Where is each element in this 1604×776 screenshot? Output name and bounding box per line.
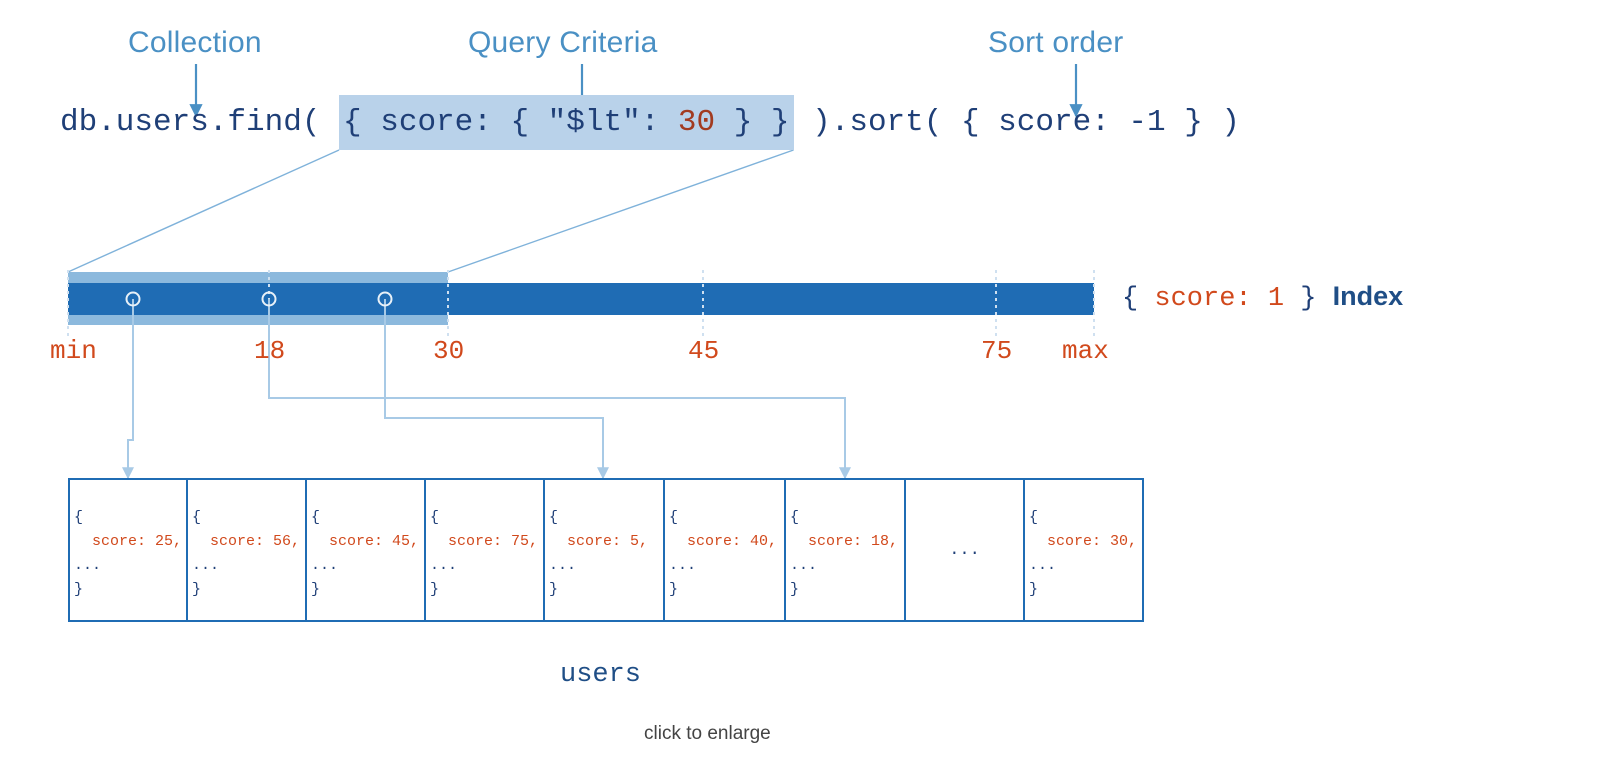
query-criteria-close: } } (715, 105, 790, 140)
document-score-field: score: 45, (329, 533, 420, 550)
document-ellipsis: ... (949, 540, 980, 560)
document-score-field: score: 56, (210, 533, 301, 550)
document-cell[interactable]: { score: 45, ... } (307, 480, 426, 620)
query-code-line: db.users.find( { score: { "$lt": 30 } } … (60, 95, 1241, 150)
document-rest: ... } (430, 557, 458, 598)
highlight-connector-left (67, 149, 340, 273)
document-cell[interactable]: { score: 18, ... } (786, 480, 906, 620)
query-sort-value: -1 (1128, 105, 1166, 140)
document-body: { score: 40, ... } (669, 506, 782, 602)
document-cell[interactable]: { score: 25, ... } (70, 480, 188, 620)
document-rest: ... } (1029, 557, 1057, 598)
highlight-connector-right (447, 149, 794, 273)
document-body: { score: 56, ... } (192, 506, 303, 602)
diagram-canvas: Collection Query Criteria Sort order db.us… (0, 0, 1604, 776)
document-body: { score: 45, ... } (311, 506, 422, 602)
index-legend: { score: 1 } Index (1122, 281, 1403, 314)
document-body: { score: 25, ... } (74, 506, 184, 602)
index-tick-label-75: 75 (981, 336, 1013, 366)
document-rest: ... } (790, 557, 818, 598)
index-tick-label-30: 30 (433, 336, 465, 366)
document-score-field: score: 30, (1047, 533, 1138, 550)
query-criteria-open: { score: { "$lt": (343, 105, 678, 140)
query-criteria-value: 30 (677, 105, 716, 140)
highlight-to-index-connectors (67, 149, 794, 273)
document-open-brace: { (790, 509, 800, 526)
query-prefix: db.users.find( (60, 105, 340, 140)
document-score-field: score: 40, (687, 533, 778, 550)
document-body: { score: 18, ... } (790, 506, 902, 602)
document-rest: ... } (669, 557, 697, 598)
index-legend-key: score: 1 (1154, 284, 1285, 314)
document-rest: ... } (192, 557, 220, 598)
document-rest: ... } (311, 557, 339, 598)
index-to-doc-connector-0 (122, 335, 134, 480)
document-open-brace: { (192, 509, 202, 526)
index-bar-graphic (67, 270, 1095, 337)
document-open-brace: { (1029, 509, 1039, 526)
document-rest: ... } (549, 557, 577, 598)
document-cell[interactable]: { score: 56, ... } (188, 480, 307, 620)
collection-name-label: users (560, 660, 642, 690)
document-open-brace: { (669, 509, 679, 526)
index-tick-label-max: max (1062, 336, 1109, 366)
index-to-doc-connector-2 (384, 335, 609, 480)
index-tick-label-45: 45 (688, 336, 720, 366)
document-rest: ... } (74, 557, 102, 598)
index-bar (68, 283, 1094, 315)
index-legend-close: } (1284, 284, 1333, 314)
query-criteria-highlight[interactable]: { score: { "$lt": 30 } } (339, 95, 794, 150)
document-cell[interactable]: ... (906, 480, 1025, 620)
document-cell[interactable]: { score: 5, ... } (545, 480, 665, 620)
document-body: { score: 30, ... } (1029, 506, 1144, 602)
document-score-field: score: 25, (92, 533, 183, 550)
document-score-field: score: 5, (567, 533, 649, 550)
document-body: { score: 75, ... } (430, 506, 541, 602)
index-tick-label-min: min (50, 336, 97, 366)
document-cell[interactable]: { score: 40, ... } (665, 480, 786, 620)
document-cell[interactable]: { score: 30, ... } (1025, 480, 1146, 620)
document-score-field: score: 75, (448, 533, 539, 550)
index-to-doc-connector-1 (268, 335, 851, 480)
index-to-document-connectors (122, 335, 851, 480)
document-score-field: score: 18, (808, 533, 899, 550)
query-suffix-end: } ) (1165, 105, 1241, 140)
index-tick-label-18: 18 (254, 336, 286, 366)
document-open-brace: { (74, 509, 84, 526)
callout-label-sort-order: Sort order (988, 26, 1124, 59)
document-open-brace: { (311, 509, 321, 526)
document-open-brace: { (430, 509, 440, 526)
document-open-brace: { (549, 509, 559, 526)
callout-label-query-criteria: Query Criteria (468, 26, 658, 59)
documents-table: { score: 25, ... }{ score: 56, ... }{ sc… (68, 478, 1144, 622)
index-legend-word: Index (1332, 281, 1404, 311)
index-legend-open: { (1122, 284, 1155, 314)
query-suffix: ).sort( { score: (793, 105, 1129, 140)
document-body: { score: 5, ... } (549, 506, 661, 602)
document-cell[interactable]: { score: 75, ... } (426, 480, 545, 620)
click-to-enlarge-note[interactable]: click to enlarge (644, 723, 771, 745)
callout-label-collection: Collection (128, 26, 262, 59)
